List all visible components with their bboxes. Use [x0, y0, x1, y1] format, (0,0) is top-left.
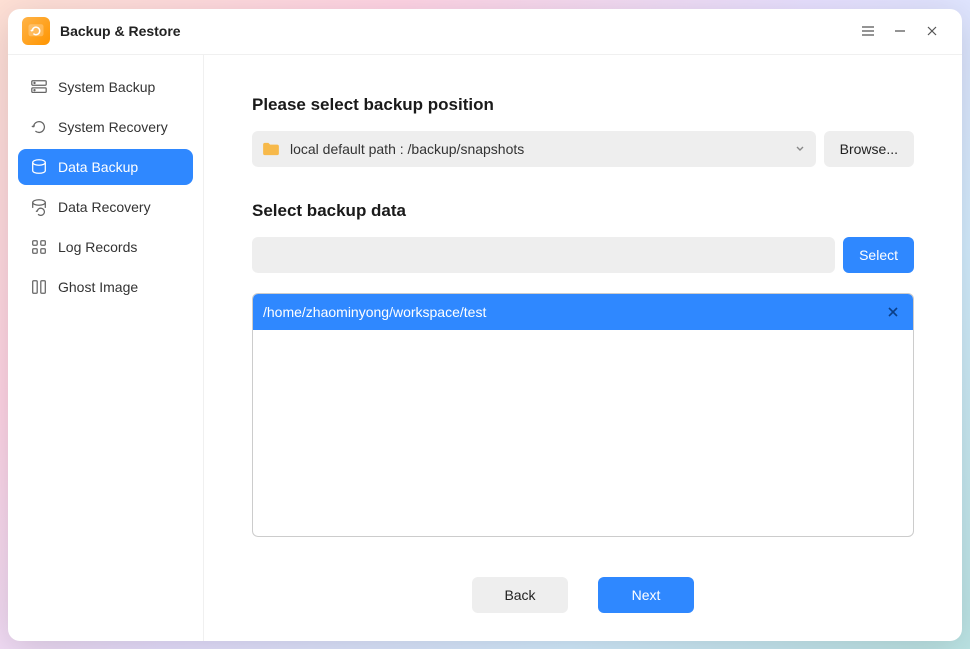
sidebar-item-label: Log Records: [58, 239, 137, 255]
sidebar-item-data-recovery[interactable]: Data Recovery: [18, 189, 193, 225]
server-icon: [30, 78, 48, 96]
backup-position-combo[interactable]: local default path : /backup/snapshots: [252, 131, 816, 167]
sidebar-item-log-records[interactable]: Log Records: [18, 229, 193, 265]
sidebar-item-label: System Backup: [58, 79, 155, 95]
sidebar-item-label: Ghost Image: [58, 279, 138, 295]
menu-button[interactable]: [852, 15, 884, 47]
restore-icon: [30, 118, 48, 136]
backup-position-value: local default path : /backup/snapshots: [290, 141, 784, 157]
selected-path-text: /home/zhaominyong/workspace/test: [263, 304, 883, 320]
sidebar-item-label: Data Recovery: [58, 199, 151, 215]
sidebar-item-data-backup[interactable]: Data Backup: [18, 149, 193, 185]
select-button[interactable]: Select: [843, 237, 914, 273]
back-button[interactable]: Back: [472, 577, 568, 613]
columns-icon: [30, 278, 48, 296]
chevron-down-icon: [794, 141, 806, 157]
app-icon: [22, 17, 50, 45]
sidebar-item-label: Data Backup: [58, 159, 138, 175]
minimize-icon: [893, 24, 907, 38]
sidebar-item-system-backup[interactable]: System Backup: [18, 69, 193, 105]
list-item[interactable]: /home/zhaominyong/workspace/test: [253, 294, 913, 330]
titlebar: Backup & Restore: [8, 9, 962, 55]
main-content: Please select backup position local defa…: [203, 55, 962, 641]
sidebar-item-ghost-image[interactable]: Ghost Image: [18, 269, 193, 305]
close-icon: [925, 24, 939, 38]
footer-buttons: Back Next: [252, 537, 914, 613]
sidebar-item-system-recovery[interactable]: System Recovery: [18, 109, 193, 145]
remove-path-button[interactable]: [883, 302, 903, 322]
body-area: System Backup System Recovery Data Backu…: [8, 55, 962, 641]
disk-icon: [30, 158, 48, 176]
next-button[interactable]: Next: [598, 577, 694, 613]
grid-icon: [30, 238, 48, 256]
window-title: Backup & Restore: [60, 23, 181, 39]
close-button[interactable]: [916, 15, 948, 47]
browse-button[interactable]: Browse...: [824, 131, 914, 167]
sidebar: System Backup System Recovery Data Backu…: [8, 55, 203, 641]
sidebar-item-label: System Recovery: [58, 119, 168, 135]
backup-data-input[interactable]: [252, 237, 835, 273]
folder-icon: [262, 142, 280, 156]
backup-position-label: Please select backup position: [252, 95, 914, 115]
disk-restore-icon: [30, 198, 48, 216]
close-icon: [887, 306, 899, 318]
app-window: Backup & Restore: [8, 9, 962, 641]
backup-data-label: Select backup data: [252, 201, 914, 221]
minimize-button[interactable]: [884, 15, 916, 47]
hamburger-icon: [861, 24, 875, 38]
selected-paths-list: /home/zhaominyong/workspace/test: [252, 293, 914, 537]
